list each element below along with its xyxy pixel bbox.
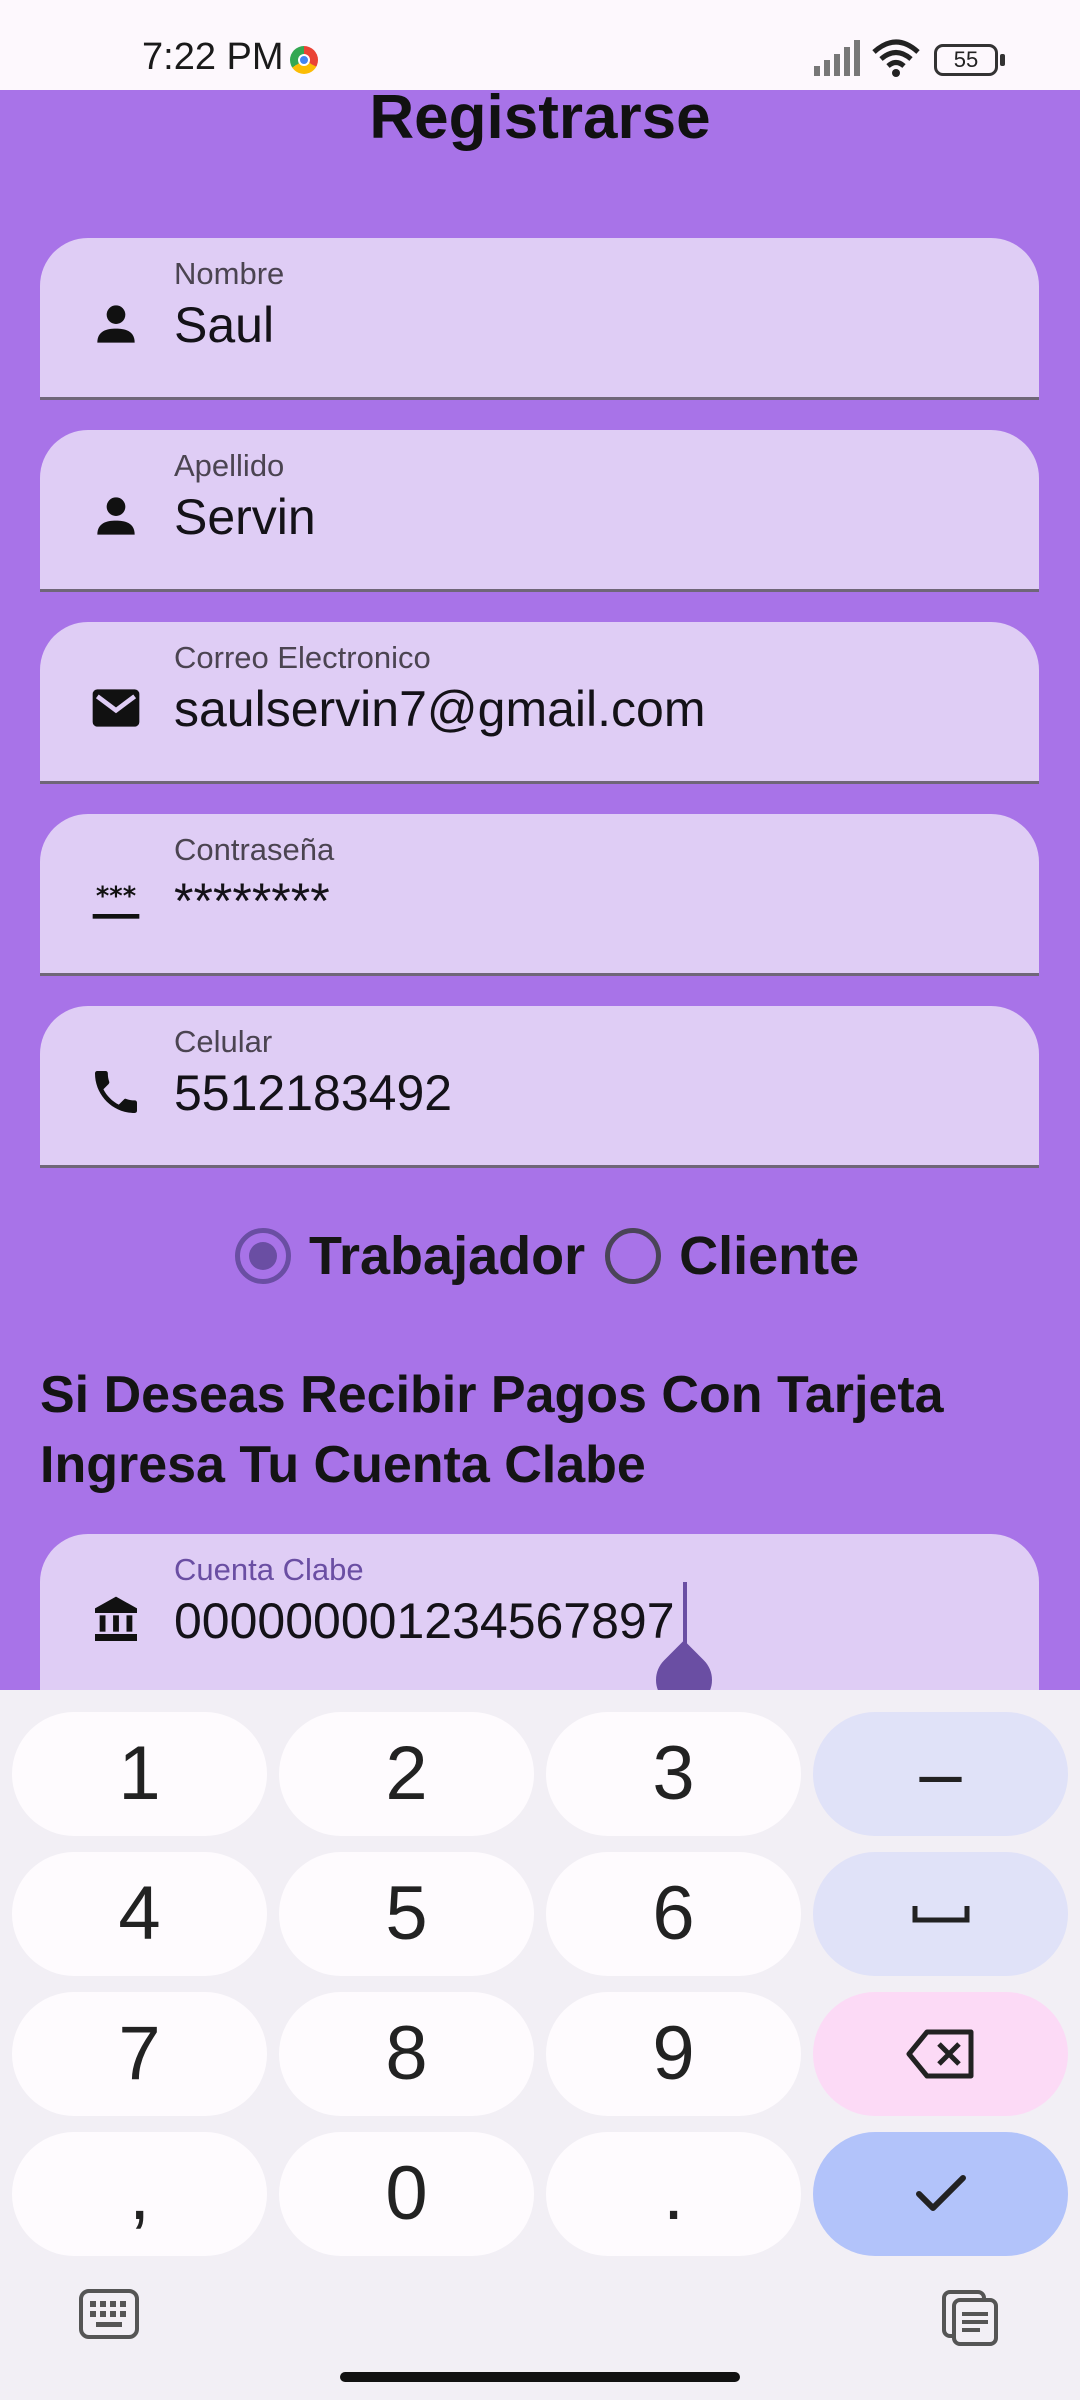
key-8[interactable]: 8 <box>279 1992 534 2116</box>
role-radio-group: Trabajador Cliente <box>235 1226 879 1286</box>
clabe-label: Cuenta Clabe <box>174 1552 364 1587</box>
mail-icon <box>92 689 140 727</box>
nombre-value: Saul <box>174 297 275 353</box>
key-minus[interactable]: – <box>813 1712 1068 1836</box>
password-label: Contraseña <box>174 832 335 867</box>
key-6[interactable]: 6 <box>546 1852 801 1976</box>
navigation-handle[interactable] <box>340 2372 740 2382</box>
status-time: 7:22 PM <box>142 36 284 78</box>
key-2[interactable]: 2 <box>279 1712 534 1836</box>
apellido-label: Apellido <box>174 448 285 483</box>
key-space[interactable] <box>813 1852 1068 1976</box>
nombre-label: Nombre <box>174 256 285 291</box>
chrome-icon <box>290 46 318 74</box>
password-value: ******** <box>174 873 330 929</box>
key-7[interactable]: 7 <box>12 1992 267 2116</box>
key-period[interactable]: . <box>546 2132 801 2256</box>
email-value: saulservin7@gmail.com <box>174 681 706 737</box>
status-bar: 7:22 PM 55 <box>0 0 1080 90</box>
key-3[interactable]: 3 <box>546 1712 801 1836</box>
key-enter[interactable] <box>813 2132 1068 2256</box>
bank-icon <box>95 1596 137 1641</box>
phone-label: Celular <box>174 1024 273 1059</box>
clabe-field[interactable]: Cuenta Clabe 000000001234567897 <box>40 1534 1039 1690</box>
space-icon <box>912 1906 969 1923</box>
phone-field[interactable]: Celular 5512183492 <box>40 1006 1039 1168</box>
radio-trabajador-label[interactable]: Trabajador <box>309 1225 585 1287</box>
key-4[interactable]: 4 <box>12 1852 267 1976</box>
key-9[interactable]: 9 <box>546 1992 801 2116</box>
page-title: Registrarse <box>369 90 711 152</box>
apellido-field[interactable]: Apellido Servin <box>40 430 1039 592</box>
phone-value: 5512183492 <box>174 1065 453 1121</box>
key-0[interactable]: 0 <box>279 2132 534 2256</box>
radio-cliente-label[interactable]: Cliente <box>679 1225 859 1287</box>
keyboard-switch-icon[interactable] <box>78 2288 140 2340</box>
key-5[interactable]: 5 <box>279 1852 534 1976</box>
phone-icon <box>95 1071 137 1113</box>
email-field[interactable]: Correo Electronico saulservin7@gmail.com <box>40 622 1039 784</box>
check-icon <box>915 2175 966 2211</box>
key-1[interactable]: 1 <box>12 1712 267 1836</box>
radio-cliente[interactable] <box>605 1228 662 1284</box>
svg-text:***: *** <box>96 882 136 912</box>
person-icon <box>97 497 135 535</box>
key-backspace[interactable] <box>813 1992 1068 2116</box>
password-icon: *** <box>92 882 140 919</box>
clabe-info-text: Si Deseas Recibir Pagos Con Tarjeta Ingr… <box>40 1366 944 1494</box>
registration-form: Registrarse Nombre Saul Apellido Servin … <box>0 90 1080 1690</box>
backspace-icon <box>906 2029 973 2079</box>
person-icon <box>97 305 135 343</box>
clabe-value: 000000001234567897 <box>174 1593 675 1649</box>
text-cursor <box>683 1582 687 1648</box>
battery-level: 55 <box>953 47 979 72</box>
radio-trabajador[interactable] <box>235 1228 291 1284</box>
apellido-value: Servin <box>174 489 316 545</box>
clipboard-icon[interactable] <box>940 2288 1000 2348</box>
wifi-icon <box>872 39 920 77</box>
email-label: Correo Electronico <box>174 640 431 675</box>
nombre-field[interactable]: Nombre Saul <box>40 238 1039 400</box>
password-field[interactable]: *** Contraseña ******** <box>40 814 1039 976</box>
key-comma[interactable]: , <box>12 2132 267 2256</box>
signal-icon <box>814 40 860 76</box>
battery-icon: 55 <box>934 44 1006 76</box>
